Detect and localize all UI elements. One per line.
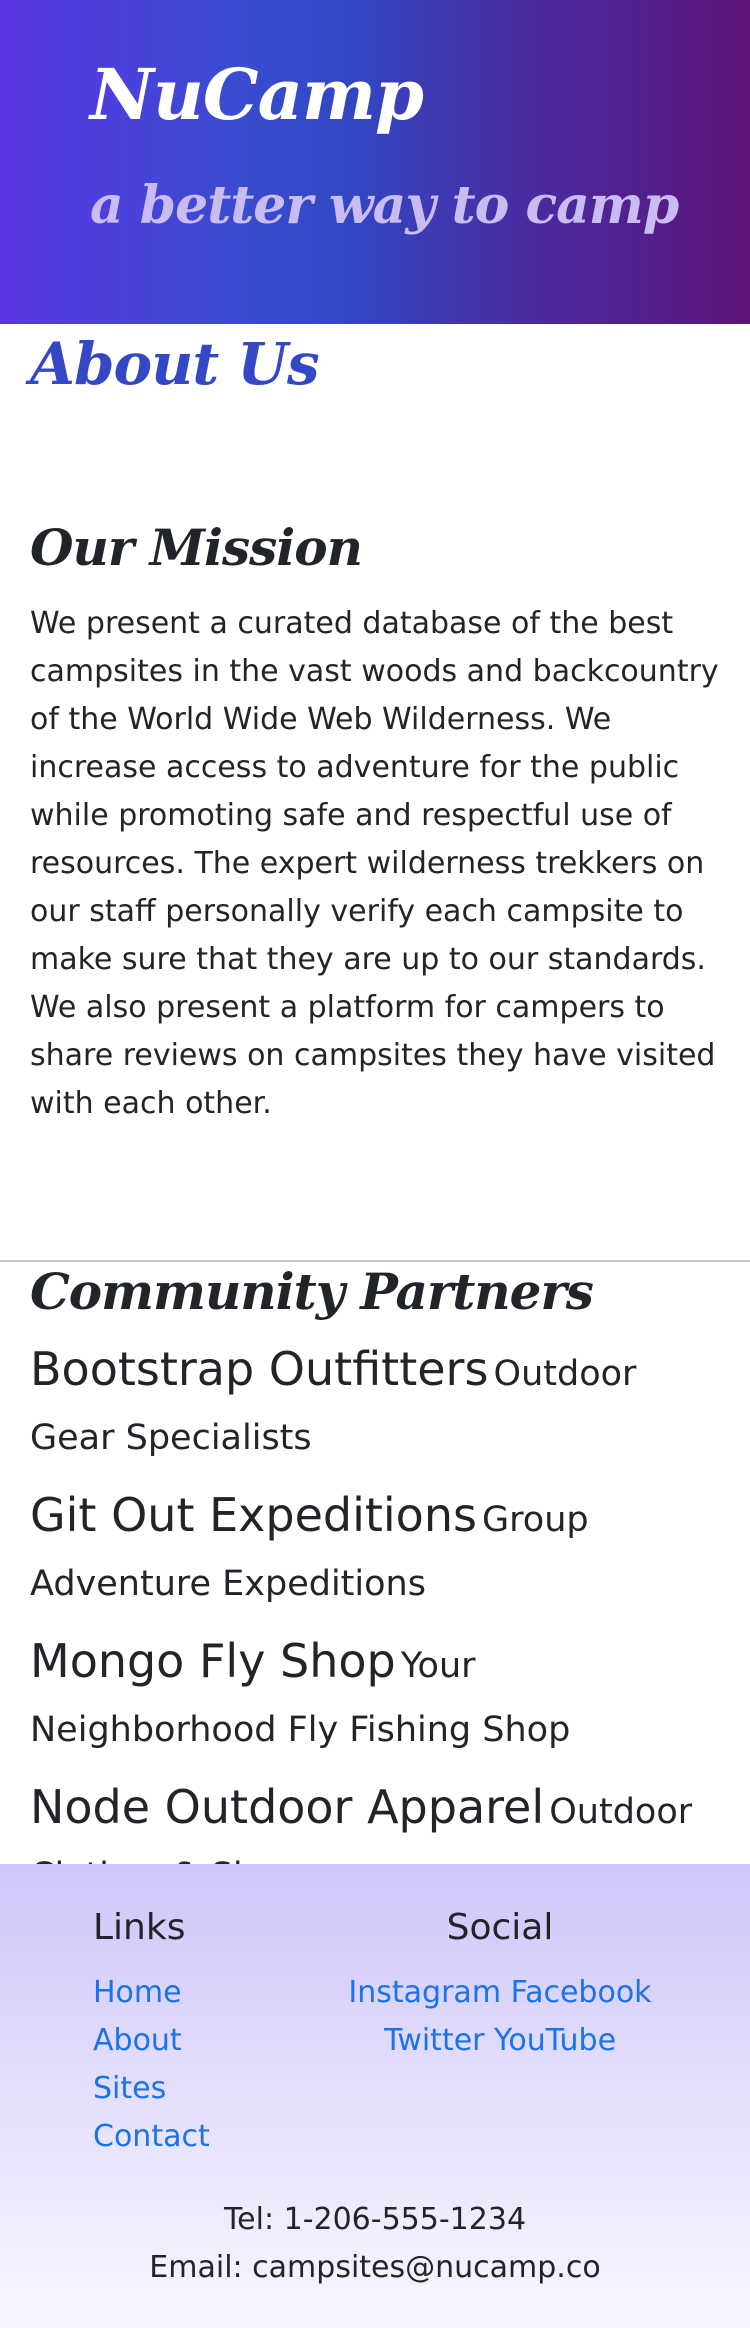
social-links: Instagram Facebook Twitter YouTube	[330, 1969, 670, 2065]
footer-link-contact[interactable]: Contact	[93, 2119, 210, 2154]
contact-email: Email: campsites@nucamp.co	[149, 2250, 601, 2285]
mission-text: We present a curated database of the bes…	[30, 606, 719, 1121]
page: NuCamp a better way to camp About Us Our…	[0, 0, 750, 2328]
mission-heading: Our Mission	[30, 518, 363, 577]
footer-link-home[interactable]: Home	[93, 1975, 182, 2010]
footer-link-item: Sites	[93, 2065, 210, 2113]
partners-list: Bootstrap Outfitters Outdoor Gear Specia…	[30, 1340, 720, 1924]
site-footer: Links Home About Sites Contact Social In…	[0, 1864, 750, 2328]
partner-name: Mongo Fly Shop	[30, 1634, 396, 1688]
footer-link-item: Home	[93, 1969, 210, 2017]
footer-link-item: Contact	[93, 2113, 210, 2161]
footer-link-sites[interactable]: Sites	[93, 2071, 166, 2106]
social-link-instagram[interactable]: Instagram	[348, 1975, 501, 2010]
partners-heading: Community Partners	[30, 1262, 594, 1321]
social-link-youtube[interactable]: YouTube	[494, 2023, 616, 2058]
site-header: NuCamp a better way to camp	[0, 0, 750, 324]
partner-item: Mongo Fly Shop Your Neighborhood Fly Fis…	[30, 1632, 720, 1765]
contact-phone: Tel: 1-206-555-1234	[223, 2202, 527, 2237]
footer-social-heading: Social	[446, 1907, 554, 1948]
partner-name: Bootstrap Outfitters	[30, 1342, 489, 1396]
social-link-facebook[interactable]: Facebook	[511, 1975, 652, 2010]
partner-name: Git Out Expeditions	[30, 1488, 477, 1542]
page-title: About Us	[30, 330, 320, 398]
tagline: a better way to camp	[90, 175, 679, 236]
partner-item: Bootstrap Outfitters Outdoor Gear Specia…	[30, 1340, 720, 1473]
contact-info: Tel: 1-206-555-1234 Email: campsites@nuc…	[0, 2196, 750, 2292]
partner-item: Git Out Expeditions Group Adventure Expe…	[30, 1486, 720, 1619]
partner-name: Node Outdoor Apparel	[30, 1780, 545, 1834]
social-link-twitter[interactable]: Twitter	[384, 2023, 485, 2058]
brand-title: NuCamp	[90, 53, 424, 136]
footer-links-list: Home About Sites Contact	[93, 1969, 210, 2161]
footer-link-item: About	[93, 2017, 210, 2065]
footer-link-about[interactable]: About	[93, 2023, 182, 2058]
